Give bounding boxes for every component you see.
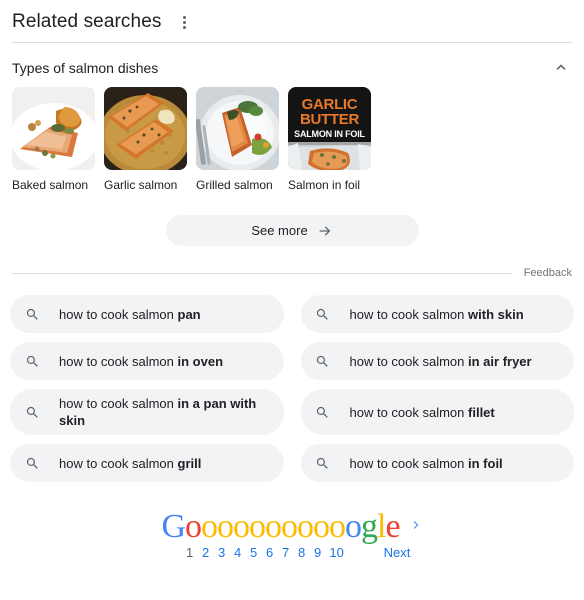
thumbnail-image-grilled-salmon[interactable] [196,87,279,170]
logo-letter-14: e [385,508,400,545]
kebab-dot [182,20,186,24]
page-link-7[interactable]: 7 [278,545,294,560]
search-icon [24,306,40,322]
pagination: Gooooooooooogle 1 2 3 4 5 6 7 8 9 10 Next [0,510,584,560]
logo-letter-2: o [201,508,218,545]
logo-letter-5: o [249,508,266,545]
google-pagination-logo: Gooooooooooogle [161,508,400,545]
thumbnail-label: Baked salmon [12,178,89,192]
thumbnail-strip: Baked salmon Garlic salmon Grilled salmo… [0,87,584,193]
kebab-dot [182,15,186,19]
logo-letter-12: g [361,508,378,545]
svg-text:SALMON IN FOIL: SALMON IN FOIL [294,129,365,139]
section-title: Types of salmon dishes [12,60,159,76]
search-icon [315,404,331,420]
thumbnail-label: Salmon in foil [288,178,361,192]
search-icon [315,353,331,369]
logo-letter-3: o [217,508,234,545]
page-link-2[interactable]: 2 [198,545,214,560]
page-link-6[interactable]: 6 [262,545,278,560]
page-link-10[interactable]: 10 [326,545,348,560]
thumbnail-card[interactable]: GARLIC BUTTER SALMON IN FOIL Salmon in f… [288,87,371,193]
search-suggestion-chip[interactable]: how to cook salmon with skin [300,295,574,333]
svg-text:BUTTER: BUTTER [300,111,359,128]
see-more-label: See more [251,223,308,238]
chip-text: how to cook salmon in a pan with skin [59,396,257,428]
chip-text: how to cook salmon pan [59,306,201,322]
related-search-chips: how to cook salmon pan how to cook salmo… [0,295,584,482]
logo-letter-6: o [265,508,282,545]
chip-text: how to cook salmon with skin [349,306,524,322]
chip-text: how to cook salmon in foil [349,455,503,471]
search-icon [24,455,40,471]
section-header: Types of salmon dishes [0,43,584,87]
thumbnail-card[interactable]: Baked salmon [12,87,95,193]
thumbnail-label: Grilled salmon [196,178,273,192]
see-more-container: See more [0,215,584,246]
related-searches-header: Related searches [0,0,584,42]
thumbnail-card[interactable]: Grilled salmon [196,87,279,193]
page-number-list: 1 2 3 4 5 6 7 8 9 10 Next [182,545,411,560]
search-suggestion-chip[interactable]: how to cook salmon in air fryer [300,342,574,380]
chip-text: how to cook salmon in air fryer [349,353,532,369]
chevron-right-icon[interactable] [409,518,423,532]
page-link-4[interactable]: 4 [230,545,246,560]
page-link-5[interactable]: 5 [246,545,262,560]
page-link-1: 1 [186,545,194,560]
page-title: Related searches [12,11,162,32]
see-more-button[interactable]: See more [165,215,419,246]
feedback-divider [12,272,512,274]
logo-letter-4: o [233,508,250,545]
search-icon [24,404,40,420]
kebab-menu-icon[interactable] [175,13,193,31]
search-suggestion-chip[interactable]: how to cook salmon in oven [10,342,284,380]
feedback-row: Feedback [0,267,584,279]
search-suggestion-chip[interactable]: how to cook salmon in foil [300,444,574,482]
page-link-8[interactable]: 8 [294,545,310,560]
thumbnail-card[interactable]: Garlic salmon [104,87,187,193]
page-link-9[interactable]: 9 [310,545,326,560]
search-suggestion-chip[interactable]: how to cook salmon pan [10,295,284,333]
chevron-up-icon[interactable] [550,57,572,79]
chip-text: how to cook salmon grill [59,455,202,471]
logo-letter-1: o [185,508,202,545]
thumbnail-image-salmon-in-foil[interactable]: GARLIC BUTTER SALMON IN FOIL [288,87,371,170]
thumbnail-image-garlic-salmon[interactable] [104,87,187,170]
pagination-logo-row: Gooooooooooogle [161,510,422,544]
next-page-link[interactable]: Next [384,545,411,560]
kebab-dot [182,25,186,29]
logo-letter-13: l [377,508,387,545]
search-icon [315,306,331,322]
page-link-3[interactable]: 3 [214,545,230,560]
thumbnail-image-baked-salmon[interactable] [12,87,95,170]
chip-text: how to cook salmon fillet [349,404,495,420]
logo-letter-8: o [297,508,314,545]
search-suggestion-chip[interactable]: how to cook salmon fillet [300,389,574,435]
logo-letter-0: G [161,508,186,545]
chip-text: how to cook salmon in oven [59,353,224,369]
thumbnail-label: Garlic salmon [104,178,178,192]
search-icon [315,455,331,471]
search-icon [24,353,40,369]
logo-letter-9: o [313,508,330,545]
logo-letter-11: o [345,508,362,545]
search-suggestion-chip[interactable]: how to cook salmon in a pan with skin [10,389,284,435]
logo-letter-10: o [329,508,346,545]
search-suggestion-chip[interactable]: how to cook salmon grill [10,444,284,482]
logo-letter-7: o [281,508,298,545]
feedback-link[interactable]: Feedback [524,267,572,279]
arrow-right-icon [317,223,333,239]
